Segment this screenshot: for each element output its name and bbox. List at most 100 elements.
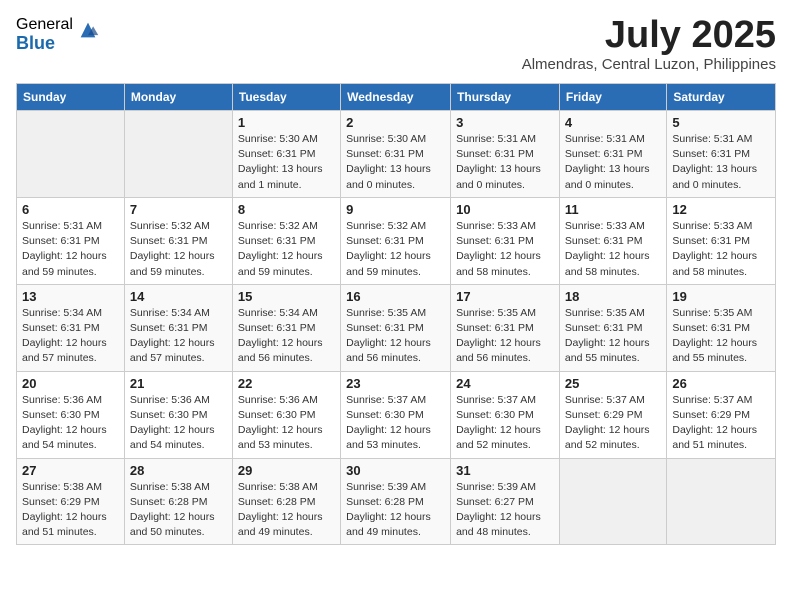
day-info: Sunrise: 5:34 AM Sunset: 6:31 PM Dayligh… [22, 306, 119, 367]
day-number: 16 [346, 289, 445, 304]
day-info: Sunrise: 5:31 AM Sunset: 6:31 PM Dayligh… [565, 132, 661, 193]
day-cell: 13 Sunrise: 5:34 AM Sunset: 6:31 PM Dayli… [17, 284, 125, 371]
day-info: Sunrise: 5:33 AM Sunset: 6:31 PM Dayligh… [565, 219, 661, 280]
day-cell: 19 Sunrise: 5:35 AM Sunset: 6:31 PM Dayli… [667, 284, 776, 371]
logo: General Blue [16, 16, 99, 53]
day-cell: 26 Sunrise: 5:37 AM Sunset: 6:29 PM Dayli… [667, 371, 776, 458]
day-cell [559, 458, 666, 545]
day-cell [124, 111, 232, 198]
calendar-header: SundayMondayTuesdayWednesdayThursdayFrid… [17, 84, 776, 111]
day-info: Sunrise: 5:30 AM Sunset: 6:31 PM Dayligh… [346, 132, 445, 193]
header-day-saturday: Saturday [667, 84, 776, 111]
day-cell: 18 Sunrise: 5:35 AM Sunset: 6:31 PM Dayli… [559, 284, 666, 371]
day-number: 12 [672, 202, 770, 217]
day-number: 27 [22, 463, 119, 478]
title-block: July 2025 Almendras, Central Luzon, Phil… [522, 16, 776, 73]
day-cell: 15 Sunrise: 5:34 AM Sunset: 6:31 PM Dayli… [232, 284, 340, 371]
header-day-wednesday: Wednesday [341, 84, 451, 111]
day-cell: 16 Sunrise: 5:35 AM Sunset: 6:31 PM Dayli… [341, 284, 451, 371]
day-info: Sunrise: 5:38 AM Sunset: 6:28 PM Dayligh… [130, 480, 227, 541]
day-cell: 28 Sunrise: 5:38 AM Sunset: 6:28 PM Dayli… [124, 458, 232, 545]
day-cell: 11 Sunrise: 5:33 AM Sunset: 6:31 PM Dayli… [559, 197, 666, 284]
week-row-1: 1Sunrise: 5:30 AM Sunset: 6:31 PM Daylig… [17, 111, 776, 198]
day-cell: 2Sunrise: 5:30 AM Sunset: 6:31 PM Daylig… [341, 111, 451, 198]
day-info: Sunrise: 5:35 AM Sunset: 6:31 PM Dayligh… [456, 306, 554, 367]
day-info: Sunrise: 5:31 AM Sunset: 6:31 PM Dayligh… [456, 132, 554, 193]
day-info: Sunrise: 5:37 AM Sunset: 6:30 PM Dayligh… [346, 393, 445, 454]
header-day-monday: Monday [124, 84, 232, 111]
day-cell: 14 Sunrise: 5:34 AM Sunset: 6:31 PM Dayli… [124, 284, 232, 371]
day-cell: 22Sunrise: 5:36 AM Sunset: 6:30 PM Dayli… [232, 371, 340, 458]
day-cell: 12 Sunrise: 5:33 AM Sunset: 6:31 PM Dayli… [667, 197, 776, 284]
day-cell: 30 Sunrise: 5:39 AM Sunset: 6:28 PM Dayli… [341, 458, 451, 545]
logo-text: General Blue [16, 16, 73, 53]
day-number: 8 [238, 202, 335, 217]
day-number: 11 [565, 202, 661, 217]
location-title: Almendras, Central Luzon, Philippines [522, 56, 776, 73]
day-info: Sunrise: 5:31 AM Sunset: 6:31 PM Dayligh… [22, 219, 119, 280]
day-number: 20 [22, 376, 119, 391]
day-info: Sunrise: 5:38 AM Sunset: 6:29 PM Dayligh… [22, 480, 119, 541]
day-cell: 6 Sunrise: 5:31 AM Sunset: 6:31 PM Daylig… [17, 197, 125, 284]
day-info: Sunrise: 5:32 AM Sunset: 6:31 PM Dayligh… [238, 219, 335, 280]
header-row: SundayMondayTuesdayWednesdayThursdayFrid… [17, 84, 776, 111]
week-row-4: 20 Sunrise: 5:36 AM Sunset: 6:30 PM Dayli… [17, 371, 776, 458]
week-row-3: 13 Sunrise: 5:34 AM Sunset: 6:31 PM Dayli… [17, 284, 776, 371]
day-number: 18 [565, 289, 661, 304]
header-day-tuesday: Tuesday [232, 84, 340, 111]
header-day-thursday: Thursday [451, 84, 560, 111]
day-info: Sunrise: 5:35 AM Sunset: 6:31 PM Dayligh… [672, 306, 770, 367]
day-cell: 25Sunrise: 5:37 AM Sunset: 6:29 PM Dayli… [559, 371, 666, 458]
day-info: Sunrise: 5:38 AM Sunset: 6:28 PM Dayligh… [238, 480, 335, 541]
day-number: 15 [238, 289, 335, 304]
day-number: 25 [565, 376, 661, 391]
month-title: July 2025 [522, 16, 776, 54]
day-cell: 17 Sunrise: 5:35 AM Sunset: 6:31 PM Dayli… [451, 284, 560, 371]
week-row-5: 27 Sunrise: 5:38 AM Sunset: 6:29 PM Dayli… [17, 458, 776, 545]
day-info: Sunrise: 5:33 AM Sunset: 6:31 PM Dayligh… [456, 219, 554, 280]
day-cell: 31 Sunrise: 5:39 AM Sunset: 6:27 PM Dayli… [451, 458, 560, 545]
day-number: 14 [130, 289, 227, 304]
day-cell: 4 Sunrise: 5:31 AM Sunset: 6:31 PM Daylig… [559, 111, 666, 198]
day-number: 31 [456, 463, 554, 478]
day-info: Sunrise: 5:32 AM Sunset: 6:31 PM Dayligh… [130, 219, 227, 280]
day-number: 7 [130, 202, 227, 217]
day-number: 19 [672, 289, 770, 304]
day-cell: 29 Sunrise: 5:38 AM Sunset: 6:28 PM Dayli… [232, 458, 340, 545]
day-number: 26 [672, 376, 770, 391]
day-info: Sunrise: 5:34 AM Sunset: 6:31 PM Dayligh… [130, 306, 227, 367]
day-cell: 10 Sunrise: 5:33 AM Sunset: 6:31 PM Dayli… [451, 197, 560, 284]
day-number: 28 [130, 463, 227, 478]
day-cell: 27 Sunrise: 5:38 AM Sunset: 6:29 PM Dayli… [17, 458, 125, 545]
calendar-table: SundayMondayTuesdayWednesdayThursdayFrid… [16, 83, 776, 545]
day-number: 30 [346, 463, 445, 478]
day-cell: 8 Sunrise: 5:32 AM Sunset: 6:31 PM Daylig… [232, 197, 340, 284]
week-row-2: 6 Sunrise: 5:31 AM Sunset: 6:31 PM Daylig… [17, 197, 776, 284]
day-cell: 21 Sunrise: 5:36 AM Sunset: 6:30 PM Dayli… [124, 371, 232, 458]
day-number: 29 [238, 463, 335, 478]
day-cell [17, 111, 125, 198]
day-info: Sunrise: 5:30 AM Sunset: 6:31 PM Dayligh… [238, 132, 335, 193]
day-number: 22 [238, 376, 335, 391]
day-number: 24 [456, 376, 554, 391]
day-info: Sunrise: 5:33 AM Sunset: 6:31 PM Dayligh… [672, 219, 770, 280]
day-number: 21 [130, 376, 227, 391]
day-cell: 5Sunrise: 5:31 AM Sunset: 6:31 PM Daylig… [667, 111, 776, 198]
day-info: Sunrise: 5:35 AM Sunset: 6:31 PM Dayligh… [346, 306, 445, 367]
day-number: 13 [22, 289, 119, 304]
day-info: Sunrise: 5:39 AM Sunset: 6:27 PM Dayligh… [456, 480, 554, 541]
day-info: Sunrise: 5:32 AM Sunset: 6:31 PM Dayligh… [346, 219, 445, 280]
day-info: Sunrise: 5:36 AM Sunset: 6:30 PM Dayligh… [22, 393, 119, 454]
day-info: Sunrise: 5:34 AM Sunset: 6:31 PM Dayligh… [238, 306, 335, 367]
day-cell [667, 458, 776, 545]
day-info: Sunrise: 5:37 AM Sunset: 6:29 PM Dayligh… [672, 393, 770, 454]
header-day-sunday: Sunday [17, 84, 125, 111]
day-number: 6 [22, 202, 119, 217]
day-cell: 9Sunrise: 5:32 AM Sunset: 6:31 PM Daylig… [341, 197, 451, 284]
day-number: 17 [456, 289, 554, 304]
day-number: 4 [565, 115, 661, 130]
day-info: Sunrise: 5:39 AM Sunset: 6:28 PM Dayligh… [346, 480, 445, 541]
day-info: Sunrise: 5:36 AM Sunset: 6:30 PM Dayligh… [130, 393, 227, 454]
day-number: 10 [456, 202, 554, 217]
day-info: Sunrise: 5:35 AM Sunset: 6:31 PM Dayligh… [565, 306, 661, 367]
